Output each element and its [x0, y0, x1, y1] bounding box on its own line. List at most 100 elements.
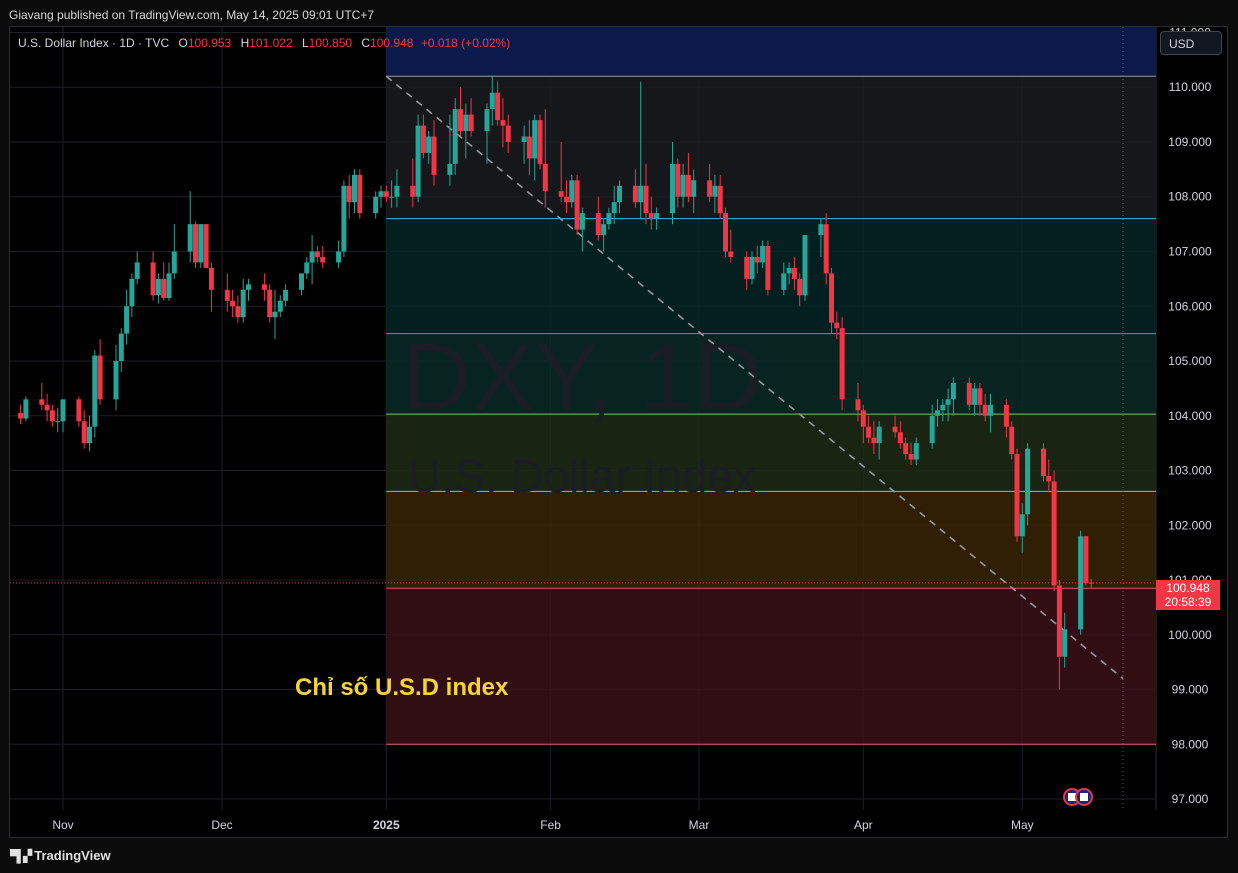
candle-body	[675, 163, 681, 197]
bar-countdown: 20:58:39	[1164, 595, 1212, 609]
candle-body	[680, 174, 686, 197]
candle-body	[760, 246, 766, 263]
candle-body	[744, 256, 750, 279]
fib-zone	[386, 218, 1156, 334]
candle-body	[685, 174, 691, 197]
y-tick-label: 98.000	[1172, 737, 1209, 751]
candle-body	[977, 388, 983, 405]
candle-body	[532, 120, 538, 159]
candle-body	[866, 426, 872, 438]
candle-body	[855, 399, 861, 411]
candle-body	[1083, 536, 1089, 583]
candle-body	[1014, 454, 1020, 537]
legend-low: 100.850	[308, 36, 353, 50]
candle-body	[913, 443, 919, 460]
candle-body	[834, 322, 840, 329]
candle-body	[272, 311, 278, 318]
candle-body	[892, 426, 898, 433]
candle-body	[155, 278, 161, 296]
candle-body	[1062, 629, 1068, 657]
candle-body	[18, 413, 24, 419]
annotation-text: Chỉ số U.S.D index	[295, 674, 509, 701]
candle-body	[691, 180, 697, 197]
candle-body	[235, 306, 241, 318]
x-tick-label: May	[1011, 818, 1034, 832]
y-tick-label: 110.000	[1169, 80, 1212, 94]
candle-body	[246, 284, 251, 290]
y-tick-label: 102.000	[1168, 518, 1212, 532]
legend-high: 101.022	[249, 36, 293, 50]
candle-body	[394, 185, 400, 197]
candle-body	[415, 125, 421, 197]
candle-body	[521, 136, 527, 142]
candle-body	[76, 399, 82, 422]
branding[interactable]: ▀▌▞ TradingView	[10, 848, 111, 863]
candle-body	[240, 289, 246, 318]
candle-body	[320, 256, 326, 263]
candle-body	[670, 163, 675, 214]
x-tick-label: Mar	[689, 818, 710, 832]
candle-body	[378, 191, 384, 197]
candle-body	[526, 136, 532, 159]
candle-body	[198, 224, 204, 263]
candle-body	[929, 415, 935, 444]
candle-body	[860, 410, 866, 427]
last-price: 100.948	[1166, 581, 1210, 595]
candle-body	[754, 256, 760, 263]
legend-symbol[interactable]: U.S. Dollar Index · 1D · TVC	[18, 36, 169, 50]
candle-body	[1051, 481, 1057, 586]
candle-body	[1046, 475, 1052, 482]
legend-close-label: C	[361, 36, 371, 50]
candle-body	[505, 125, 511, 142]
candle-body	[542, 163, 548, 192]
candle-body	[389, 196, 395, 198]
candle-body	[484, 109, 490, 132]
candle-body	[786, 267, 792, 274]
candle-body	[617, 185, 622, 203]
candle-body	[373, 196, 379, 214]
candle-body	[230, 300, 236, 307]
fib-zone	[386, 491, 1156, 589]
candle-body	[897, 432, 903, 444]
y-tick-label: 109.000	[1168, 135, 1212, 149]
candle-body	[638, 185, 644, 203]
candle-body	[558, 191, 564, 197]
candlestick-chart[interactable]: DXY, 1D U.S. Dollar Index 97.00098.00099…	[0, 0, 1238, 873]
candle-body	[166, 273, 172, 299]
candle-body	[802, 235, 808, 296]
candle-body	[81, 421, 87, 444]
y-tick-label: 108.000	[1168, 190, 1212, 204]
candle-body	[945, 399, 951, 405]
candle-body	[1009, 426, 1015, 455]
branding-text: TradingView	[34, 848, 111, 863]
candle-body	[314, 251, 320, 257]
candle-body	[336, 251, 342, 263]
candle-body	[150, 262, 156, 296]
candle-body	[352, 174, 357, 203]
candle-body	[579, 213, 585, 230]
currency-button[interactable]: USD	[1160, 31, 1222, 55]
last-price-tag: 100.948 20:58:39	[1156, 580, 1220, 610]
candle-body	[309, 251, 315, 263]
candle-body	[632, 185, 638, 203]
candle-body	[458, 109, 463, 132]
candle-body	[823, 224, 829, 274]
candle-body	[749, 256, 755, 279]
candle-body	[97, 355, 103, 400]
fib-zone	[386, 76, 1156, 219]
candle-body	[537, 120, 543, 164]
candle-body	[935, 410, 940, 416]
candle-body	[489, 92, 495, 110]
candle-body	[781, 273, 787, 290]
candle-body	[712, 185, 718, 197]
candle-body	[187, 224, 193, 252]
legend-change: +0.018 (+0.02%)	[420, 36, 511, 50]
y-tick-label: 99.000	[1172, 683, 1209, 697]
y-tick-label: 103.000	[1168, 464, 1212, 478]
candle-body	[648, 213, 654, 219]
candle-body	[208, 267, 214, 290]
candle-body	[908, 454, 914, 460]
candle-body	[92, 355, 98, 427]
candle-body	[118, 333, 124, 362]
candle-body	[277, 300, 283, 312]
